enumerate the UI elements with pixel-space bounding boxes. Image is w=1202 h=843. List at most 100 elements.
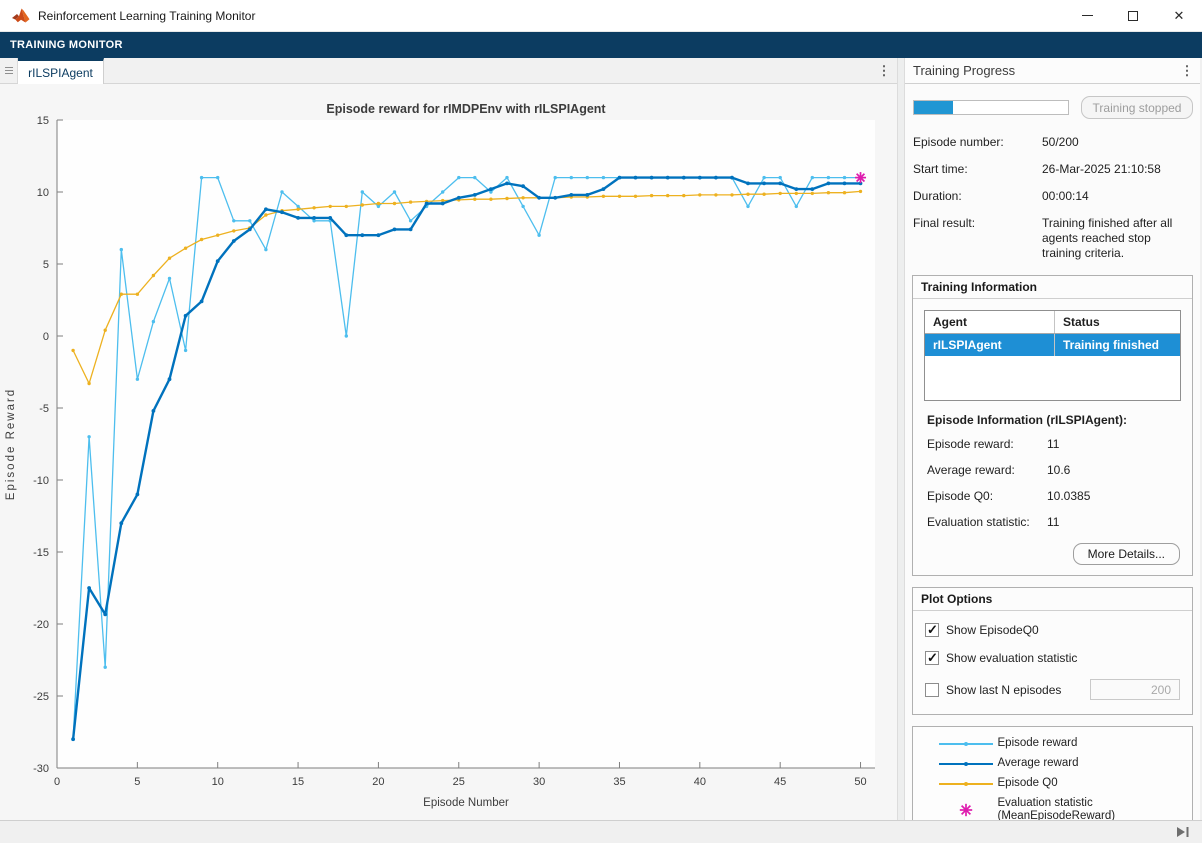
evaluation-statistic-star-icon [958, 802, 974, 818]
svg-text:-25: -25 [33, 691, 49, 703]
svg-text:50: 50 [854, 776, 866, 788]
svg-text:25: 25 [453, 776, 465, 788]
maximize-icon [1128, 11, 1138, 21]
svg-text:10: 10 [37, 187, 49, 199]
maximize-button[interactable] [1110, 0, 1156, 31]
svg-text:45: 45 [774, 776, 786, 788]
agent-cell: rILSPIAgent [925, 334, 1055, 356]
window-title: Reinforcement Learning Training Monitor [38, 9, 255, 23]
stat-value: 11 [1047, 515, 1059, 529]
option-show-evaluation-statistic[interactable]: Show evaluation statistic [925, 651, 1180, 665]
svg-text:40: 40 [694, 776, 706, 788]
stat-label: Episode Q0: [927, 489, 1047, 503]
document-actions-kebab-icon[interactable]: ⋮ [871, 58, 897, 83]
svg-text:Episode Number: Episode Number [423, 797, 509, 809]
svg-text:20: 20 [372, 776, 384, 788]
field-duration: Duration: 00:00:14 [913, 189, 1193, 204]
legend-label: Episode Q0 [998, 777, 1058, 790]
svg-text:5: 5 [43, 259, 49, 271]
more-details-button[interactable]: More Details... [1073, 543, 1180, 565]
training-progress-panel: Training Progress ⋮ Training stopped Epi… [905, 58, 1200, 820]
panel-header: Training Progress ⋮ [905, 58, 1200, 84]
stat-episode-q0: Episode Q0: 10.0385 [927, 489, 1178, 503]
option-show-last-n-episodes[interactable]: Show last N episodes [925, 679, 1180, 700]
field-label: Duration: [913, 189, 1042, 204]
section-title: Training Information [913, 276, 1192, 299]
svg-text:-15: -15 [33, 547, 49, 559]
stat-average-reward: Average reward: 10.6 [927, 463, 1178, 477]
training-information-section: Training Information Agent Status rILSPI… [912, 275, 1193, 576]
svg-text:-5: -5 [39, 403, 49, 415]
svg-text:0: 0 [43, 331, 49, 343]
average-reward-line-swatch [939, 763, 993, 765]
document-tab-bar: rILSPIAgent ⋮ [0, 58, 897, 84]
stat-label: Evaluation statistic: [927, 515, 1047, 529]
training-stopped-button[interactable]: Training stopped [1081, 96, 1193, 119]
stat-value: 10.6 [1047, 463, 1070, 477]
skip-to-end-icon[interactable] [1177, 827, 1190, 837]
training-figure: Episode reward for rIMDPEnv with rILSPIA… [0, 84, 897, 820]
show-episodeq0-checkbox[interactable] [925, 623, 939, 637]
column-header-status: Status [1055, 311, 1180, 333]
stat-value: 11 [1047, 437, 1059, 451]
checkbox-label: Show last N episodes [946, 683, 1061, 697]
agent-status-table: Agent Status rILSPIAgent Training finish… [924, 310, 1181, 401]
svg-text:-30: -30 [33, 763, 49, 775]
svg-text:0: 0 [54, 776, 60, 788]
stat-label: Average reward: [927, 463, 1047, 477]
svg-text:Episode Reward: Episode Reward [5, 388, 17, 500]
svg-text:15: 15 [37, 115, 49, 127]
svg-text:Episode reward for rIMDPEnv wi: Episode reward for rIMDPEnv with rILSPIA… [326, 102, 606, 116]
column-header-agent: Agent [925, 311, 1055, 333]
field-label: Final result: [913, 216, 1042, 261]
svg-text:-10: -10 [33, 475, 49, 487]
table-row-rilspiagent[interactable]: rILSPIAgent Training finished [925, 334, 1180, 356]
checkbox-label: Show evaluation statistic [946, 651, 1077, 665]
field-label: Episode number: [913, 135, 1042, 150]
legend-item-episode-reward: Episode reward [934, 737, 1172, 750]
stat-evaluation-statistic: Evaluation statistic: 11 [927, 515, 1178, 529]
field-episode-number: Episode number: 50/200 [913, 135, 1193, 150]
stat-episode-reward: Episode reward: 11 [927, 437, 1178, 451]
matlab-logo-icon [12, 8, 30, 24]
stat-label: Episode reward: [927, 437, 1047, 451]
panel-actions-kebab-icon[interactable]: ⋮ [1174, 63, 1200, 79]
toolstrip: TRAINING MONITOR [0, 32, 1202, 58]
status-cell: Training finished [1055, 334, 1180, 356]
minimize-icon [1082, 15, 1093, 16]
progress-fill [914, 101, 953, 114]
tab-rilspiagent[interactable]: rILSPIAgent [18, 58, 104, 84]
checkbox-label: Show EpisodeQ0 [946, 623, 1039, 637]
legend-item-evaluation-statistic: Evaluation statistic (MeanEpisodeReward) [934, 797, 1172, 820]
legend-label: Average reward [998, 757, 1079, 770]
svg-text:35: 35 [613, 776, 625, 788]
legend-label: Episode reward [998, 737, 1078, 750]
show-last-n-episodes-checkbox[interactable] [925, 683, 939, 697]
tab-label: rILSPIAgent [28, 66, 93, 80]
toolstrip-tab-training-monitor[interactable]: TRAINING MONITOR [10, 39, 123, 51]
episode-information-title: Episode Information (rILSPIAgent): [927, 413, 1178, 427]
field-final-result: Final result: Training finished after al… [913, 216, 1193, 261]
option-show-episodeq0[interactable]: Show EpisodeQ0 [925, 623, 1180, 637]
field-value: 26-Mar-2025 21:10:58 [1042, 162, 1193, 177]
plot-options-section: Plot Options Show EpisodeQ0 Show evaluat… [912, 587, 1193, 715]
document-bar-grip[interactable] [0, 58, 18, 83]
show-evaluation-statistic-checkbox[interactable] [925, 651, 939, 665]
stat-value: 10.0385 [1047, 489, 1090, 503]
close-button[interactable]: ✕ [1156, 0, 1202, 31]
svg-text:15: 15 [292, 776, 304, 788]
svg-text:-20: -20 [33, 619, 49, 631]
field-label: Start time: [913, 162, 1042, 177]
minimize-button[interactable] [1064, 0, 1110, 31]
svg-text:30: 30 [533, 776, 545, 788]
legend-label: Evaluation statistic (MeanEpisodeReward) [998, 797, 1116, 820]
chart-legend: Episode reward Average reward Episode Q0 [912, 726, 1193, 820]
field-start-time: Start time: 26-Mar-2025 21:10:58 [913, 162, 1193, 177]
panel-splitter[interactable] [897, 58, 905, 820]
legend-item-episode-q0: Episode Q0 [934, 777, 1172, 790]
document-area: rILSPIAgent ⋮ Episode reward for rIMDPEn… [0, 58, 897, 820]
field-value: 00:00:14 [1042, 189, 1193, 204]
legend-item-average-reward: Average reward [934, 757, 1172, 770]
n-episodes-input[interactable] [1090, 679, 1180, 700]
episode-q0-line-swatch [939, 783, 993, 785]
